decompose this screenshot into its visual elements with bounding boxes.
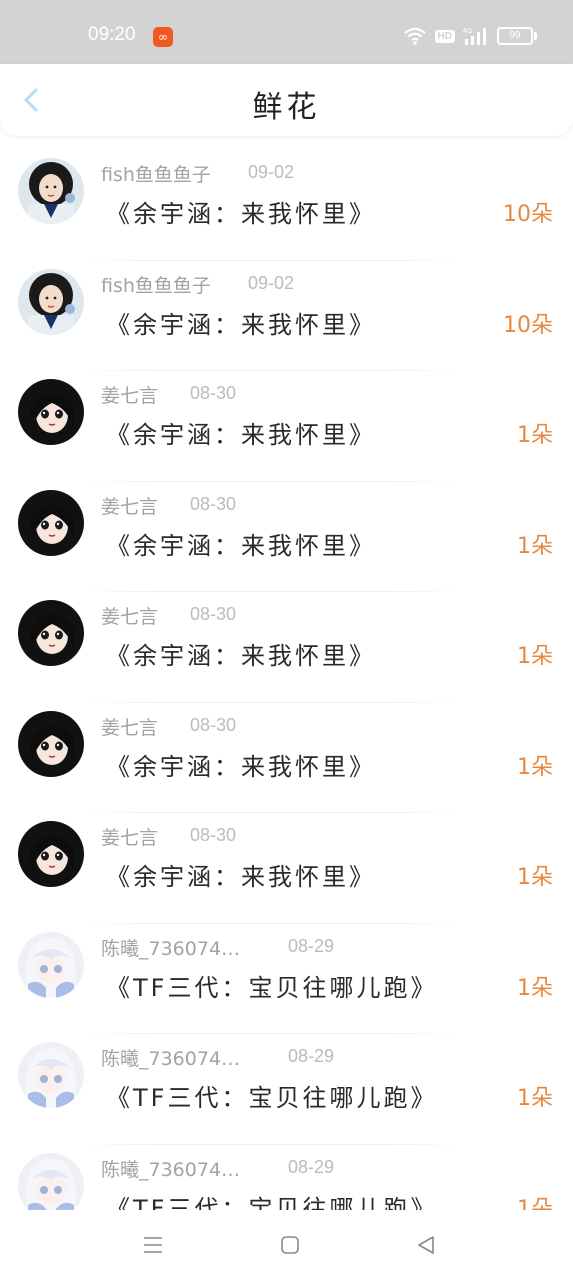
date: 08-29 — [288, 1156, 335, 1177]
work-title[interactable]: 《余宇涵：来我怀里》 — [106, 305, 376, 340]
avatar[interactable] — [18, 268, 84, 335]
username[interactable]: 姜七言 — [101, 823, 158, 850]
username[interactable]: fish鱼鱼鱼子 — [101, 160, 211, 187]
username[interactable]: 姜七言 — [101, 381, 158, 408]
username[interactable]: 陈曦_736074… — [101, 1155, 240, 1182]
battery-indicator: 99 — [497, 27, 537, 45]
home-square-icon[interactable] — [280, 1235, 300, 1255]
work-title[interactable]: 《余宇涵：来我怀里》 — [106, 415, 376, 450]
flower-count: 1朵 — [517, 423, 553, 448]
date: 08-30 — [190, 604, 237, 624]
date: 09-02 — [248, 162, 295, 182]
username[interactable]: 陈曦_736074… — [101, 934, 240, 961]
menu-icon[interactable] — [142, 1234, 164, 1256]
avatar[interactable] — [18, 1152, 84, 1219]
username[interactable]: 姜七言 — [101, 492, 158, 519]
list-item[interactable]: fish鱼鱼鱼子 09-02 《余宇涵：来我怀里》 10朵 — [0, 150, 573, 261]
list-item[interactable]: 陈曦_736074… 08-29 《TF三代：宝贝往哪儿跑》 1朵 — [0, 924, 573, 1034]
list-item[interactable]: 陈曦_736074… 08-29 《TF三代：宝贝往哪儿跑》 1朵 — [0, 1034, 573, 1145]
work-title[interactable]: 《余宇涵：来我怀里》 — [106, 857, 376, 892]
signal-icon: 4G — [463, 28, 486, 45]
work-title[interactable]: 《TF三代：宝贝往哪儿跑》 — [106, 968, 437, 1003]
gift-list[interactable]: fish鱼鱼鱼子 09-02 《余宇涵：来我怀里》 10朵 fish鱼鱼鱼子 0… — [0, 150, 573, 1255]
avatar[interactable] — [18, 931, 84, 998]
list-item[interactable]: 姜七言 08-30 《余宇涵：来我怀里》 1朵 — [0, 371, 573, 482]
date: 08-29 — [288, 935, 335, 956]
back-triangle-icon[interactable] — [415, 1234, 437, 1256]
header: 鲜花 — [0, 64, 573, 136]
date: 09-02 — [248, 272, 295, 293]
flower-count: 10朵 — [503, 202, 553, 227]
network-label: 4G — [463, 28, 472, 35]
work-title[interactable]: 《TF三代：宝贝往哪儿跑》 — [106, 1078, 437, 1113]
username[interactable]: 陈曦_736074… — [101, 1044, 240, 1071]
page-title: 鲜花 — [252, 90, 321, 125]
avatar[interactable] — [18, 489, 84, 556]
date: 08-30 — [190, 383, 237, 403]
avatar[interactable] — [18, 600, 84, 666]
status-bar: 09:20 ∞ HD 4G 99 — [0, 0, 573, 64]
flower-count: 1朵 — [517, 644, 553, 669]
date: 08-30 — [190, 493, 237, 514]
list-item[interactable]: 姜七言 08-30 《余宇涵：来我怀里》 1朵 — [0, 592, 573, 703]
avatar[interactable] — [18, 1042, 84, 1108]
date: 08-30 — [190, 714, 237, 735]
list-item[interactable]: 姜七言 08-30 《余宇涵：来我怀里》 1朵 — [0, 703, 573, 813]
system-nav-bar — [0, 1210, 573, 1280]
work-title[interactable]: 《余宇涵：来我怀里》 — [106, 747, 376, 782]
avatar[interactable] — [18, 379, 84, 445]
work-title[interactable]: 《余宇涵：来我怀里》 — [106, 194, 376, 229]
date: 08-29 — [288, 1046, 335, 1066]
avatar[interactable] — [18, 158, 84, 224]
date: 08-30 — [190, 825, 237, 845]
avatar[interactable] — [18, 821, 84, 887]
flower-count: 1朵 — [517, 975, 553, 1001]
app-notification-icon: ∞ — [153, 27, 173, 47]
status-indicators: HD 4G 99 — [403, 25, 537, 47]
work-title[interactable]: 《余宇涵：来我怀里》 — [106, 636, 376, 671]
list-item[interactable]: 姜七言 08-30 《余宇涵：来我怀里》 1朵 — [0, 813, 573, 924]
list-item[interactable]: fish鱼鱼鱼子 09-02 《余宇涵：来我怀里》 10朵 — [0, 261, 573, 371]
username[interactable]: 姜七言 — [101, 713, 158, 740]
wifi-icon — [403, 27, 426, 45]
flower-count: 1朵 — [517, 754, 553, 780]
hd-badge: HD — [434, 29, 455, 43]
avatar[interactable] — [18, 710, 84, 777]
username[interactable]: fish鱼鱼鱼子 — [101, 271, 211, 298]
flower-count: 1朵 — [517, 1086, 553, 1111]
work-title[interactable]: 《余宇涵：来我怀里》 — [106, 526, 376, 561]
flower-count: 1朵 — [517, 865, 553, 890]
list-item[interactable]: 姜七言 08-30 《余宇涵：来我怀里》 1朵 — [0, 482, 573, 592]
username[interactable]: 姜七言 — [101, 602, 158, 629]
flower-count: 1朵 — [517, 533, 553, 559]
status-time: 09:20 — [88, 24, 136, 45]
flower-count: 10朵 — [503, 312, 553, 338]
